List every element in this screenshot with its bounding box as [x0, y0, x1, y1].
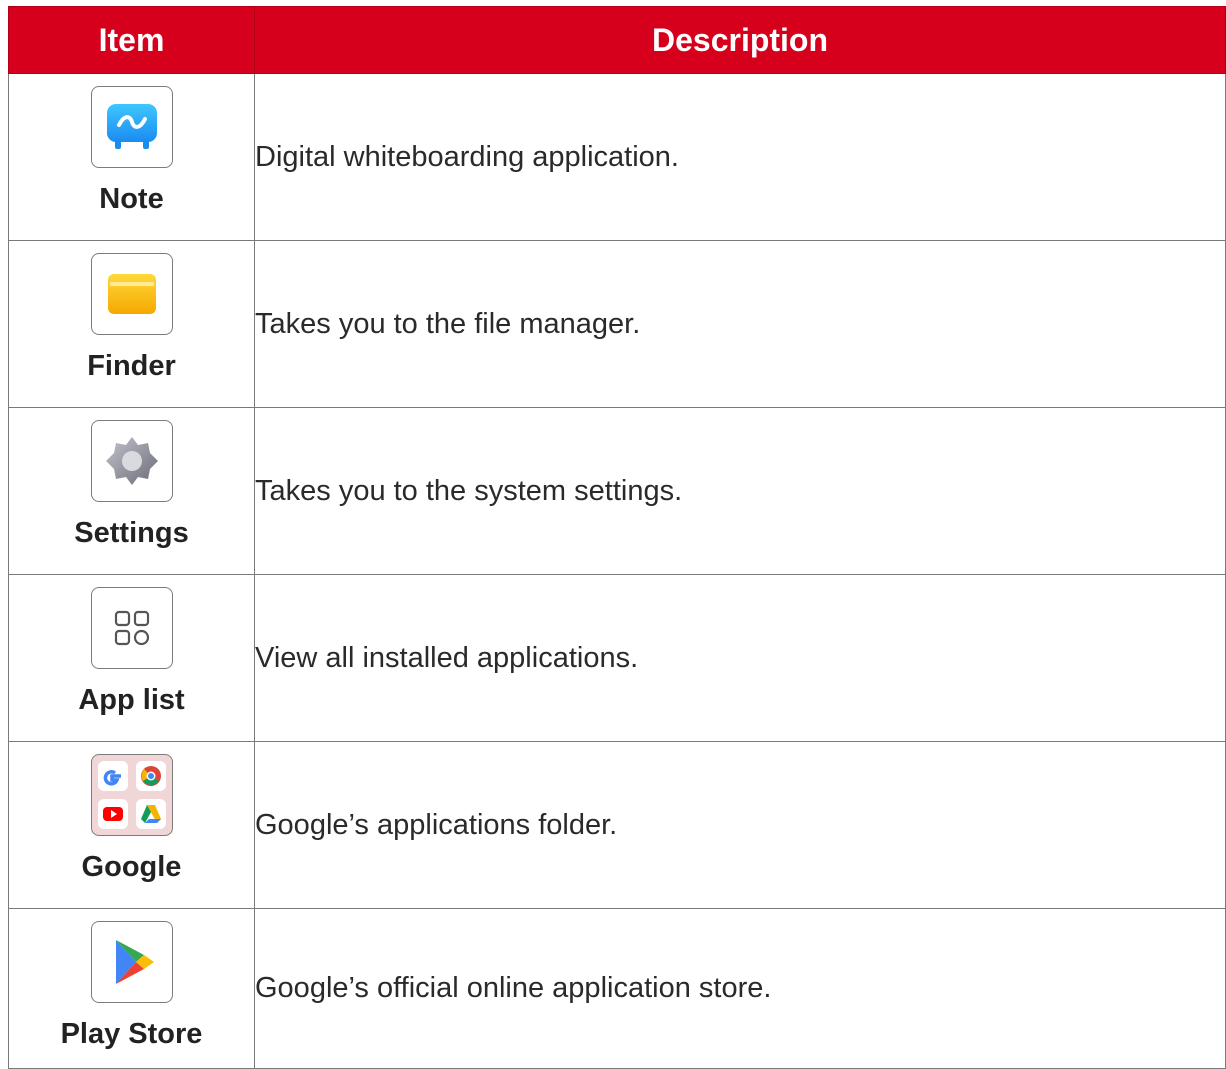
table-row: Note Digital whiteboarding application.	[8, 73, 1226, 241]
description-cell: Takes you to the system settings.	[254, 407, 1226, 575]
table-row: Finder Takes you to the file manager.	[8, 240, 1226, 408]
header-description: Description	[254, 6, 1226, 74]
item-cell: Settings	[8, 407, 255, 575]
gear-icon	[90, 420, 173, 502]
item-cell: Note	[8, 73, 255, 241]
item-cell: Google	[8, 741, 255, 909]
header-item: Item	[8, 6, 255, 74]
description-cell: Google’s official online application sto…	[254, 908, 1226, 1069]
table-row: Settings Takes you to the system setting…	[8, 407, 1226, 575]
description-cell: Digital whiteboarding application.	[254, 73, 1226, 241]
description-cell: Google’s applications folder.	[254, 741, 1226, 909]
table-row: Google Google’s applications folder.	[8, 741, 1226, 909]
app-description-table: Item Description Note Digital whiteboard…	[8, 6, 1226, 1069]
table-row: Play Store Google’s official online appl…	[8, 908, 1226, 1069]
play-store-icon	[90, 921, 173, 1003]
google-folder-icon	[90, 754, 173, 836]
item-label: App list	[78, 684, 185, 716]
item-cell: Finder	[8, 240, 255, 408]
note-app-icon	[90, 86, 173, 168]
description-cell: View all installed applications.	[254, 574, 1226, 742]
item-label: Settings	[74, 517, 189, 549]
table-header-row: Item Description	[8, 6, 1226, 74]
item-label: Note	[99, 183, 164, 215]
item-cell: App list	[8, 574, 255, 742]
folder-icon	[90, 253, 173, 335]
item-label: Google	[81, 851, 182, 883]
item-label: Finder	[87, 350, 176, 382]
table-row: App list View all installed applications…	[8, 574, 1226, 742]
item-cell: Play Store	[8, 908, 255, 1069]
item-label: Play Store	[60, 1018, 203, 1050]
app-grid-icon	[90, 587, 173, 669]
description-cell: Takes you to the file manager.	[254, 240, 1226, 408]
